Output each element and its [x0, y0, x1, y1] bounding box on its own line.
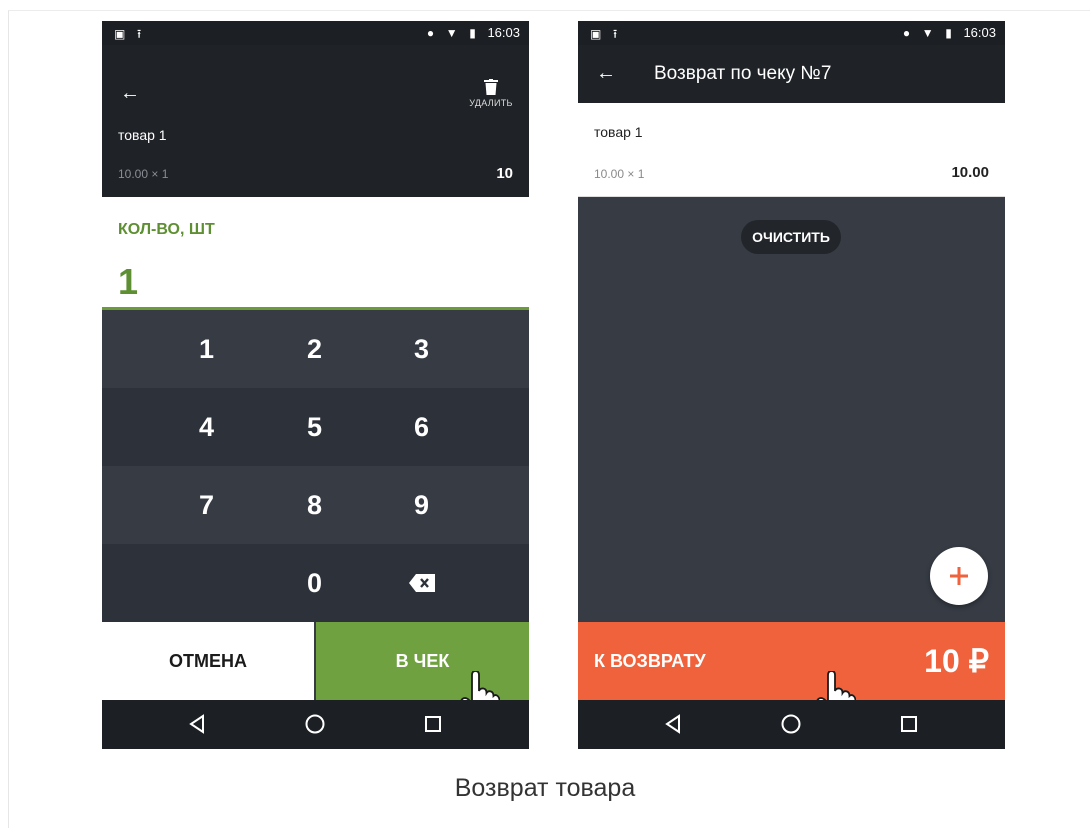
- key-2[interactable]: 2: [261, 310, 368, 388]
- key-4[interactable]: 4: [153, 388, 260, 466]
- key-5[interactable]: 5: [261, 388, 368, 466]
- keypad-row: 1 2 3: [102, 310, 529, 388]
- item-row[interactable]: товар 1 10.00 × 1 10.00: [578, 103, 1005, 197]
- upload-icon: ⭱: [612, 27, 618, 41]
- app-bar: ← УДАЛИТЬ: [102, 45, 529, 127]
- figure-caption: Возврат товара: [454, 774, 636, 802]
- item-name: товар 1: [118, 127, 167, 143]
- refund-label: К ВОЗВРАТУ: [594, 651, 706, 671]
- item-name: товар 1: [594, 124, 643, 140]
- key-7[interactable]: 7: [153, 466, 260, 544]
- item-total: 10.00: [951, 164, 989, 181]
- location-icon: ●: [902, 26, 911, 40]
- backspace-key[interactable]: [368, 544, 475, 622]
- android-nav-bar: [578, 700, 1005, 749]
- page-title: Возврат по чеку №7: [654, 63, 832, 84]
- image-icon: ▣: [114, 27, 126, 41]
- app-bar: ← Возврат по чеку №7: [578, 45, 1005, 103]
- item-formula: 10.00 × 1: [118, 167, 169, 181]
- key-3[interactable]: 3: [368, 310, 475, 388]
- numeric-keypad: 1 2 3 4 5 6 7 8 9 0: [102, 310, 529, 622]
- keypad-row: 4 5 6: [102, 388, 529, 466]
- status-time: 16:03: [963, 25, 996, 40]
- back-arrow-icon[interactable]: ←: [596, 63, 616, 83]
- refund-amount: 10 ₽: [924, 643, 989, 679]
- wifi-icon: ▼: [921, 26, 934, 40]
- key-6[interactable]: 6: [368, 388, 475, 466]
- nav-back-icon[interactable]: [185, 712, 209, 736]
- battery-icon: ▮: [945, 26, 952, 40]
- image-icon: ▣: [590, 27, 602, 41]
- cancel-button[interactable]: ОТМЕНА: [102, 622, 314, 700]
- phone-screen-quantity: ▣ ⭱ ● ▼ ▮ 16:03 ← УДАЛИТЬ товар 1 10.00 …: [102, 21, 529, 749]
- quantity-input[interactable]: КОЛ-ВО, ШТ 1: [102, 197, 529, 310]
- refund-button[interactable]: К ВОЗВРАТУ 10 ₽: [578, 622, 1005, 700]
- key-0[interactable]: 0: [261, 544, 368, 622]
- item-formula: 10.00 × 1: [594, 167, 645, 181]
- android-nav-bar: [102, 700, 529, 749]
- item-row: [102, 45, 529, 139]
- nav-recents-icon[interactable]: [897, 712, 921, 736]
- battery-icon: ▮: [469, 26, 476, 40]
- nav-home-icon[interactable]: [779, 712, 803, 736]
- item-total: 10: [496, 165, 513, 182]
- key-9[interactable]: 9: [368, 466, 475, 544]
- nav-recents-icon[interactable]: [421, 712, 445, 736]
- keypad-row: 7 8 9: [102, 466, 529, 544]
- plus-icon: [950, 567, 968, 585]
- status-time: 16:03: [487, 25, 520, 40]
- wifi-icon: ▼: [445, 26, 458, 40]
- location-icon: ●: [426, 26, 435, 40]
- add-item-button[interactable]: [930, 547, 988, 605]
- nav-home-icon[interactable]: [303, 712, 327, 736]
- upload-icon: ⭱: [136, 27, 142, 41]
- phone-screen-refund: ▣ ⭱ ● ▼ ▮ 16:03 ← Возврат по чеку №7 тов…: [578, 21, 1005, 749]
- quantity-label: КОЛ-ВО, ШТ: [118, 221, 215, 238]
- key-8[interactable]: 8: [261, 466, 368, 544]
- nav-back-icon[interactable]: [661, 712, 685, 736]
- backspace-icon: [408, 573, 435, 592]
- keypad-row: 0: [102, 544, 529, 622]
- key-1[interactable]: 1: [153, 310, 260, 388]
- clear-button[interactable]: ОЧИСТИТЬ: [741, 220, 841, 254]
- status-bar: ▣ ⭱ ● ▼ ▮ 16:03: [102, 21, 529, 45]
- quantity-value: 1: [118, 261, 139, 302]
- status-bar: ▣ ⭱ ● ▼ ▮ 16:03: [578, 21, 1005, 45]
- item-row: товар 1 10.00 × 1 10: [102, 127, 529, 197]
